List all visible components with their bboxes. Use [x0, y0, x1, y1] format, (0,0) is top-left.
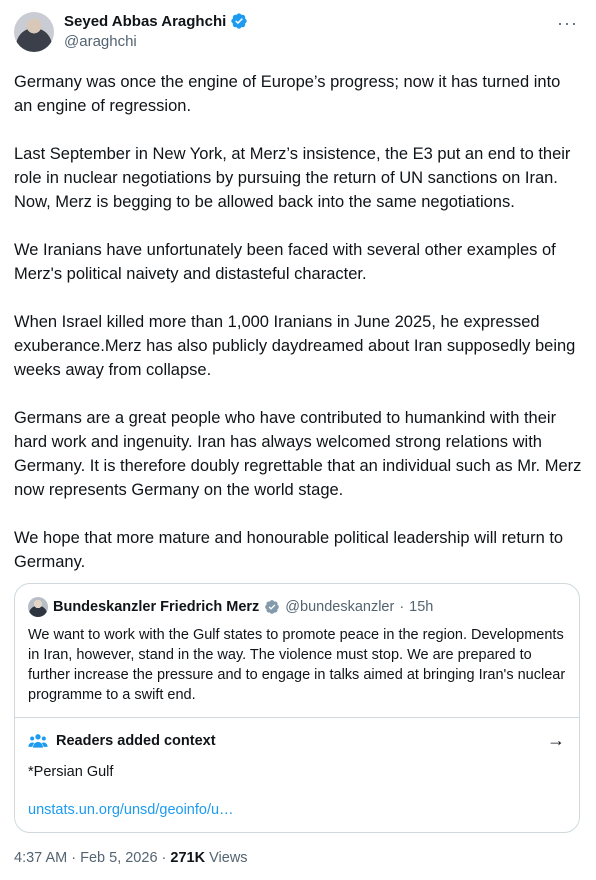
quoted-author-name: Bundeskanzler Friedrich Merz — [53, 599, 260, 615]
government-badge-icon — [265, 600, 280, 614]
community-note-link[interactable]: unstats.un.org/unsd/geoinfo/u… — [28, 802, 234, 818]
author-display-name[interactable]: Seyed Abbas Araghchi — [64, 13, 226, 30]
community-note-header: Readers added context — [28, 731, 216, 751]
tweet-paragraph: Germany was once the engine of Europe’s … — [14, 73, 561, 115]
more-options-icon[interactable]: ··· — [557, 14, 578, 32]
quoted-tweet-header: Bundeskanzler Friedrich Merz @bundeskanz… — [28, 597, 433, 617]
arrow-right-icon[interactable]: → — [547, 730, 565, 751]
views-count: 271K — [170, 850, 206, 866]
author-avatar[interactable] — [14, 12, 54, 52]
community-note-title: Readers added context — [56, 733, 216, 749]
verified-badge-icon — [231, 13, 247, 29]
tweet-date[interactable]: Feb 5, 2026 — [80, 850, 157, 866]
people-icon — [28, 734, 48, 748]
footer-separator: · — [161, 850, 167, 866]
tweet: Seyed Abbas Araghchi @araghchi ··· Germa… — [0, 0, 596, 880]
quoted-tweet[interactable]: Bundeskanzler Friedrich Merz @bundeskanz… — [14, 583, 580, 833]
quoted-author-handle: @bundeskanzler — [285, 599, 395, 615]
quoted-author-avatar — [28, 597, 48, 617]
community-note-text: *Persian Gulf — [28, 764, 114, 780]
tweet-paragraph: When Israel killed more than 1,000 Irani… — [14, 313, 576, 379]
tweet-footer: 4:37 AM · Feb 5, 2026 · 271K Views — [14, 850, 248, 866]
quoted-tweet-text: We want to work with the Gulf states to … — [28, 627, 566, 703]
community-note[interactable]: Readers added context → *Persian Gulf un… — [15, 717, 579, 832]
tweet-text: Germany was once the engine of Europe’s … — [14, 70, 582, 598]
author-handle[interactable]: @araghchi — [64, 33, 137, 50]
author-name-row: Seyed Abbas Araghchi — [64, 12, 248, 30]
tweet-paragraph: Last September in New York, at Merz’s in… — [14, 145, 571, 211]
views-label: Views — [209, 850, 248, 866]
tweet-paragraph: We hope that more mature and honourable … — [14, 529, 564, 571]
quoted-meta-separator: · — [399, 599, 405, 615]
tweet-paragraph: We Iranians have unfortunately been face… — [14, 241, 556, 283]
footer-separator: · — [71, 850, 77, 866]
tweet-time[interactable]: 4:37 AM — [14, 850, 67, 866]
tweet-paragraph: Germans are a great people who have cont… — [14, 409, 582, 499]
quoted-tweet-time: 15h — [409, 599, 434, 615]
